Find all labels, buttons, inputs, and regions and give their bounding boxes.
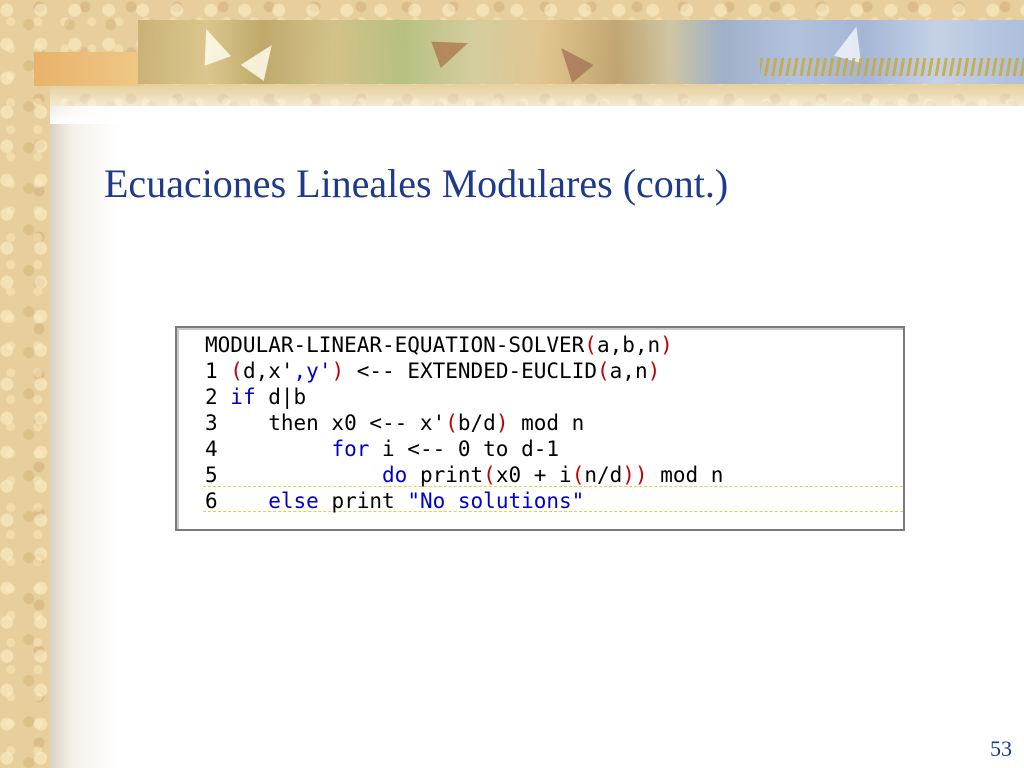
code-token: for [331, 437, 370, 461]
code-token: mod n [647, 463, 724, 487]
orange-accent-strip [34, 52, 144, 86]
pseudocode-block: MODULAR-LINEAR-EQUATION-SOLVER(a,b,n) 1 (… [205, 332, 723, 514]
code-token: 5 [205, 463, 383, 487]
code-token: d,x' [242, 359, 294, 383]
leaf-shape [431, 30, 473, 68]
code-token: <-- EXTENDED-EUCLID [344, 359, 597, 383]
code-token: i <-- 0 to d-1 [369, 437, 560, 461]
code-image: MODULAR-LINEAR-EQUATION-SOLVER(a,b,n) 1 (… [175, 326, 905, 531]
code-token: print [318, 489, 408, 513]
code-line: 4 for i <-- 0 to d-1 [205, 436, 723, 462]
code-token: mod n [508, 411, 585, 435]
code-token: ( [483, 463, 496, 487]
slide-title: Ecuaciones Lineales Modulares (cont.) [104, 161, 729, 206]
code-token: ,y' [293, 359, 332, 383]
code-token: print [407, 463, 484, 487]
code-token: d|b [255, 385, 307, 409]
page-number: 53 [990, 736, 1012, 761]
code-token: a,b,n [596, 333, 661, 357]
code-token: ) [660, 333, 673, 357]
code-token: ) [331, 359, 345, 383]
code-token: ) [647, 359, 661, 383]
code-line: 6 else print "No solutions" [205, 488, 723, 514]
grass-decoration [760, 58, 1024, 76]
code-token: ( [571, 463, 585, 487]
code-token: 1 [205, 359, 231, 383]
code-token: x0 + i [495, 463, 572, 487]
code-line: 2 if d|b [205, 384, 723, 410]
leaf-shape [240, 37, 284, 81]
code-line: MODULAR-LINEAR-EQUATION-SOLVER(a,b,n) [205, 332, 723, 358]
code-token: n/d [584, 463, 623, 487]
code-token: if [230, 385, 256, 409]
leaf-shape [193, 24, 231, 66]
code-token: ( [230, 359, 243, 383]
code-token: 3 then x0 <-- x' [205, 411, 446, 435]
panel-fade [50, 84, 1024, 124]
code-token: 2 [205, 385, 231, 409]
code-token: ( [445, 411, 458, 435]
code-line: 1 (d,x',y') <-- EXTENDED-EUCLID(a,n) [205, 358, 723, 384]
code-line: 5 do print(x0 + i(n/d)) mod n [205, 462, 723, 488]
code-token: ( [584, 333, 597, 357]
code-token: a,n [609, 359, 648, 383]
code-token: ) [495, 411, 509, 435]
code-token: )) [622, 463, 648, 487]
code-token: do [382, 463, 408, 487]
code-line: 3 then x0 <-- x'(b/d) mod n [205, 410, 723, 436]
code-token: "No solutions" [407, 489, 585, 513]
code-token: ( [597, 359, 610, 383]
leaf-shape [550, 38, 594, 84]
code-token: else [268, 489, 319, 513]
code-token: MODULAR-LINEAR-EQUATION-SOLVER [205, 333, 585, 357]
code-token: b/d [457, 411, 496, 435]
code-token: 6 [205, 489, 269, 513]
code-token: 4 [205, 437, 332, 461]
